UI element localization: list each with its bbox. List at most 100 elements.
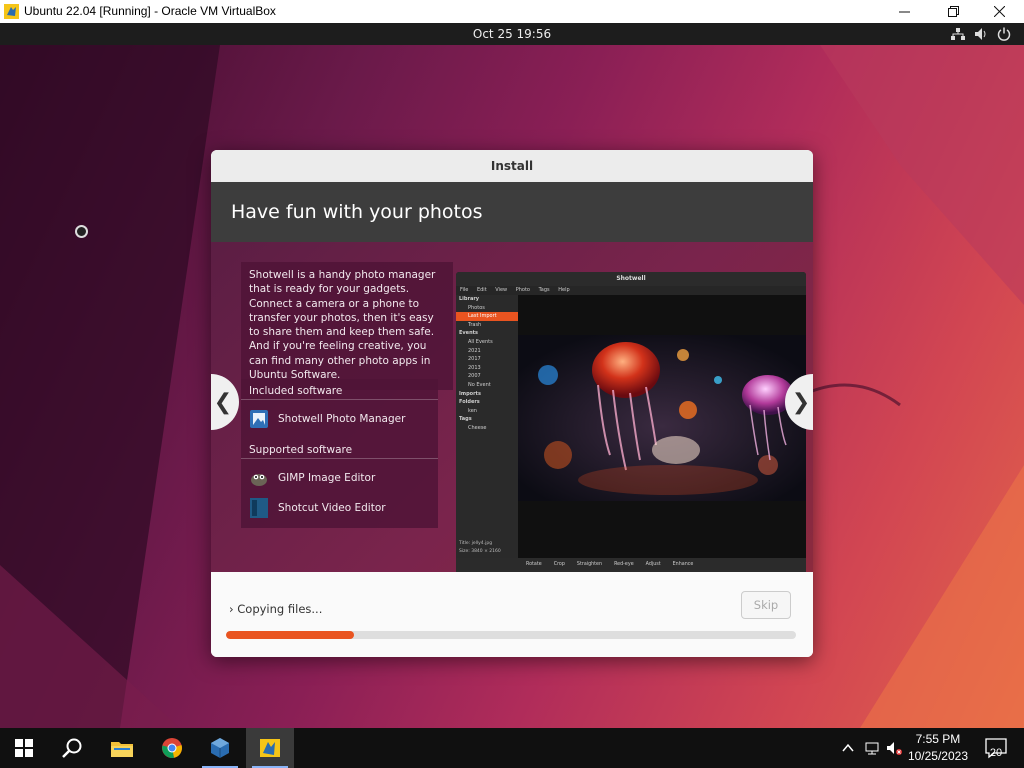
install-progress-fill (226, 631, 355, 639)
close-button[interactable] (976, 0, 1022, 23)
minimize-button[interactable] (881, 0, 927, 23)
install-status-text: Copying files... (237, 602, 323, 616)
shotwell-toolbar-item: Red-eye (614, 562, 634, 567)
ubuntu-top-bar: Oct 25 19:56 (0, 23, 1024, 45)
virtualbox-vm-icon (260, 739, 280, 757)
shotwell-screenshot: Shotwell File Edit View Photo Tags Help … (456, 272, 806, 572)
shotwell-sidebar: Library Photos Last Import Trash Events All E… (456, 295, 518, 558)
network-icon[interactable] (950, 26, 966, 42)
virtualbox-vm-button[interactable] (246, 728, 294, 768)
software-list: Included software Shotwell Photo Manager… (241, 379, 438, 528)
restore-icon (947, 6, 959, 17)
shotwell-sidebar-item: Folders (459, 399, 480, 406)
vbox-titlebar: Ubuntu 22.04 [Running] - Oracle VM Virtu… (0, 0, 1024, 23)
shotwell-title: Shotwell (456, 272, 806, 286)
shotwell-toolbar-item: Straighten (576, 562, 603, 567)
shotwell-menubar: File Edit View Photo Tags Help (456, 286, 806, 295)
shotwell-sidebar-item: No Event (468, 381, 491, 388)
virtualbox-icon (211, 738, 229, 758)
minimize-icon (898, 11, 910, 13)
virtualbox-button[interactable] (196, 728, 244, 768)
shotwell-sidebar-item: Events (459, 330, 478, 337)
install-status[interactable]: › Copying files... (229, 602, 322, 616)
included-software-title: Included software (241, 379, 438, 400)
search-button[interactable] (48, 728, 96, 768)
shotwell-sidebar-item: All Events (468, 338, 493, 345)
install-dialog-title: Install (211, 150, 813, 182)
shotwell-toolbar-item: Rotate (526, 562, 542, 567)
windows-taskbar: 7:55 PM 10/25/2023 20 (0, 728, 1024, 768)
chevron-right-icon: ❯ (791, 389, 811, 415)
supported-software-name: GIMP Image Editor (278, 472, 376, 484)
gimp-icon (251, 474, 267, 486)
shotwell-menu-item: Photo (515, 287, 530, 293)
shotwell-metadata: Title: jelly4.jpg Size: 3840 × 2160 (459, 540, 501, 556)
ubuntu-clock[interactable]: Oct 25 19:56 (0, 27, 1024, 41)
vbox-window-title: Ubuntu 22.04 [Running] - Oracle VM Virtu… (24, 4, 276, 18)
shotwell-sidebar-item: 2007 (468, 373, 481, 380)
slide-heading: Have fun with your photos (211, 182, 813, 242)
supported-software-item: GIMP Image Editor (241, 463, 438, 493)
shotwell-toolbar-item: Adjust (645, 562, 661, 567)
shotcut-icon (250, 498, 268, 518)
shotwell-icon (250, 410, 268, 428)
install-progress-bar (226, 631, 796, 639)
shotwell-sidebar-item: ken (468, 407, 477, 414)
shotwell-meta-size: Size: 3840 × 2160 (459, 549, 501, 554)
supported-software-name: Shotcut Video Editor (278, 502, 386, 514)
shotwell-toolbar: Rotate Crop Straighten Red-eye Adjust Enhance (456, 558, 806, 572)
shotwell-sidebar-item: 2017 (468, 356, 481, 363)
shotwell-sidebar-item: Last Import (456, 312, 518, 321)
shotwell-sidebar-item: Photos (468, 304, 485, 311)
jellyfish-photo (518, 295, 806, 558)
notification-icon: 20 (985, 738, 1007, 759)
chevron-left-icon: ❮ (213, 389, 233, 415)
power-icon[interactable] (996, 26, 1012, 42)
shotwell-sidebar-item: Trash (468, 321, 482, 328)
jellyfish-image (518, 335, 806, 501)
virtualbox-vm-icon (4, 4, 19, 19)
shotwell-sidebar-item: Imports (459, 390, 481, 397)
volume-icon[interactable] (973, 26, 989, 42)
network-icon[interactable] (864, 740, 880, 756)
shotwell-sidebar-item: Tags (459, 416, 472, 423)
chevron-right-icon: › (229, 602, 234, 616)
shotwell-menu-item: Edit (476, 287, 487, 293)
file-explorer-button[interactable] (98, 728, 146, 768)
close-icon (993, 6, 1005, 17)
shotwell-sidebar-item: 2013 (468, 364, 481, 371)
chevron-up-icon[interactable] (840, 740, 856, 756)
shotwell-menu-item: Help (558, 287, 570, 293)
included-software-name: Shotwell Photo Manager (278, 413, 406, 425)
shotwell-toolbar-item: Enhance (672, 562, 694, 567)
shotwell-menu-item: File (460, 287, 469, 293)
search-icon (62, 738, 82, 758)
included-software-item: Shotwell Photo Manager (241, 404, 438, 434)
chrome-icon (162, 738, 182, 758)
shotwell-meta-title: Title: jelly4.jpg (459, 541, 493, 546)
restore-button[interactable] (930, 0, 976, 23)
skip-button[interactable]: Skip (741, 591, 791, 619)
taskbar-clock[interactable]: 7:55 PM 10/25/2023 (908, 731, 968, 765)
shotwell-sidebar-item: 2021 (468, 347, 481, 354)
install-dialog: Install Have fun with your photos Shotwe… (211, 150, 813, 657)
supported-software-title: Supported software (241, 438, 438, 459)
shotwell-menu-item: View (495, 287, 508, 293)
file-explorer-icon (111, 742, 133, 757)
chrome-button[interactable] (148, 728, 196, 768)
start-button[interactable] (0, 728, 48, 768)
taskbar-time: 7:55 PM (915, 732, 961, 746)
install-footer: › Copying files... Skip (211, 572, 813, 657)
shotwell-menu-item: Tags (538, 287, 550, 293)
slide-description: Shotwell is a handy photo manager that i… (241, 262, 453, 391)
mouse-cursor (75, 225, 88, 238)
volume-muted-icon[interactable] (886, 740, 902, 756)
previous-slide-button[interactable]: ❮ (211, 374, 239, 430)
notification-center-button[interactable]: 20 (984, 736, 1008, 760)
notification-count: 20 (990, 747, 1002, 759)
shotwell-toolbar-item: Crop (553, 562, 565, 567)
windows-start-icon (15, 739, 33, 757)
shotwell-sidebar-item: Library (459, 296, 480, 302)
slideshow: Shotwell is a handy photo manager that i… (211, 242, 813, 572)
shotwell-sidebar-item: Cheese (468, 424, 487, 431)
